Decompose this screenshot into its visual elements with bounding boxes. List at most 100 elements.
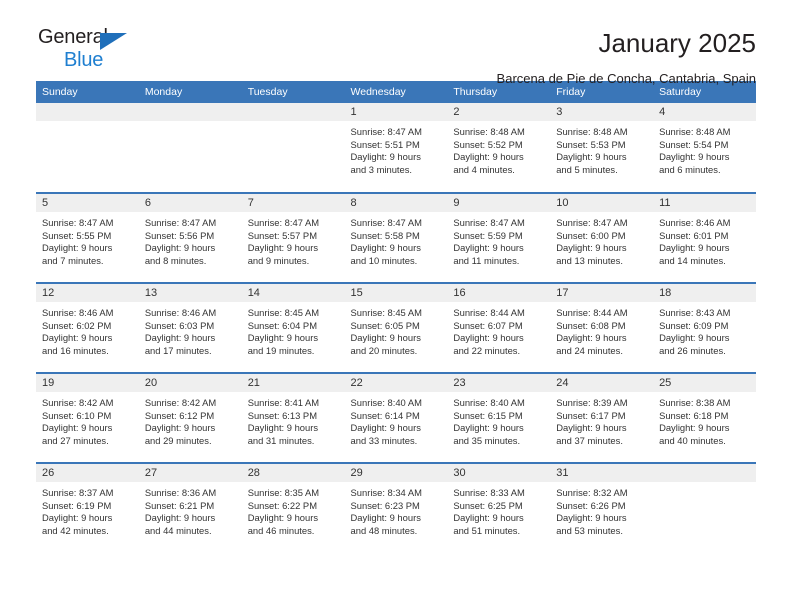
- calendar-day-cell[interactable]: 27 Sunrise: 8:36 AM Sunset: 6:21 PM Dayligh…: [138, 462, 242, 553]
- sunset-text: Sunset: 5:53 PM: [556, 138, 626, 150]
- generalblue-logo[interactable]: General Blue: [36, 26, 156, 78]
- calendar-day-cell[interactable]: 13 Sunrise: 8:46 AM Sunset: 6:03 PM Dayligh…: [138, 282, 242, 373]
- daylight-text-line2: and 51 minutes.: [453, 524, 521, 536]
- day-info: Sunrise: 8:40 AM Sunset: 6:15 PM Daylight:…: [447, 392, 550, 447]
- daylight-text-line2: and 46 minutes.: [247, 524, 315, 536]
- daylight-text-line1: Daylight: 9 hours: [659, 332, 730, 344]
- sunset-text: Sunset: 5:58 PM: [350, 229, 420, 241]
- day-number: 9: [447, 194, 551, 212]
- calendar-week-row: 19 Sunrise: 8:42 AM Sunset: 6:10 PM Dayligh…: [36, 372, 756, 463]
- day-number: 6: [138, 194, 242, 212]
- daylight-text-line2: and 27 minutes.: [42, 434, 109, 446]
- calendar-day-cell[interactable]: 9 Sunrise: 8:47 AM Sunset: 5:59 PM Daylight…: [447, 192, 551, 283]
- sunrise-text: Sunrise: 8:37 AM: [42, 487, 114, 498]
- calendar-day-cell[interactable]: 15 Sunrise: 8:45 AM Sunset: 6:05 PM Dayligh…: [344, 282, 448, 373]
- calendar-day-cell[interactable]: 6 Sunrise: 8:47 AM Sunset: 5:56 PM Daylight…: [138, 192, 242, 283]
- sunrise-text: Sunrise: 8:38 AM: [659, 397, 731, 408]
- calendar-day-cell[interactable]: 17 Sunrise: 8:44 AM Sunset: 6:08 PM Dayligh…: [550, 282, 654, 373]
- sunrise-text: Sunrise: 8:40 AM: [350, 397, 422, 408]
- daylight-text-line1: Daylight: 9 hours: [659, 422, 730, 434]
- sunset-text: Sunset: 6:15 PM: [453, 409, 523, 421]
- calendar-day-cell[interactable]: 25 Sunrise: 8:38 AM Sunset: 6:18 PM Dayligh…: [653, 372, 756, 463]
- calendar-day-cell[interactable]: 28 Sunrise: 8:35 AM Sunset: 6:22 PM Dayligh…: [241, 462, 345, 553]
- daylight-text-line1: Daylight: 9 hours: [350, 512, 421, 524]
- calendar-day-cell[interactable]: 16 Sunrise: 8:44 AM Sunset: 6:07 PM Dayligh…: [447, 282, 551, 373]
- daylight-text-line1: Daylight: 9 hours: [350, 242, 421, 254]
- calendar-day-cell[interactable]: 1 Sunrise: 8:47 AM Sunset: 5:51 PM Daylight…: [344, 103, 448, 193]
- daylight-text-line1: Daylight: 9 hours: [144, 332, 216, 344]
- calendar-day-cell[interactable]: 20 Sunrise: 8:42 AM Sunset: 6:12 PM Dayligh…: [138, 372, 242, 463]
- day-info: Sunrise: 8:47 AM Sunset: 5:59 PM Daylight:…: [447, 212, 550, 267]
- sunrise-text: Sunrise: 8:36 AM: [144, 487, 217, 498]
- day-info: Sunrise: 8:34 AM Sunset: 6:23 PM Daylight:…: [345, 482, 448, 537]
- calendar-day-cell[interactable]: 18 Sunrise: 8:43 AM Sunset: 6:09 PM Dayligh…: [653, 282, 756, 373]
- day-number: 30: [447, 464, 551, 482]
- calendar-day-cell[interactable]: 11 Sunrise: 8:46 AM Sunset: 6:01 PM Dayligh…: [653, 192, 756, 283]
- daylight-text-line2: and 4 minutes.: [453, 163, 515, 175]
- sunrise-text: Sunrise: 8:48 AM: [659, 126, 731, 137]
- day-number: 20: [138, 374, 242, 392]
- calendar-day-cell[interactable]: 23 Sunrise: 8:40 AM Sunset: 6:15 PM Dayligh…: [447, 372, 551, 463]
- calendar-day-cell[interactable]: 14 Sunrise: 8:45 AM Sunset: 6:04 PM Dayligh…: [241, 282, 345, 373]
- calendar-day-cell[interactable]: 4 Sunrise: 8:48 AM Sunset: 5:54 PM Daylight…: [653, 103, 756, 193]
- sunset-text: Sunset: 6:07 PM: [453, 319, 523, 331]
- calendar-page: General Blue January 2025 Barcena de Pie…: [0, 0, 792, 612]
- calendar-day-cell[interactable]: 21 Sunrise: 8:41 AM Sunset: 6:13 PM Dayligh…: [241, 372, 345, 463]
- day-info: Sunrise: 8:42 AM Sunset: 6:10 PM Daylight:…: [36, 392, 139, 447]
- sunset-text: Sunset: 6:02 PM: [42, 319, 112, 331]
- day-number: 8: [344, 194, 448, 212]
- calendar-day-cell[interactable]: 10 Sunrise: 8:47 AM Sunset: 6:00 PM Dayligh…: [550, 192, 654, 283]
- daylight-text-line1: Daylight: 9 hours: [556, 242, 627, 254]
- daylight-text-line2: and 22 minutes.: [453, 344, 521, 356]
- calendar-table: Sunday Monday Tuesday Wednesday Thursday…: [36, 81, 756, 553]
- sunrise-text: Sunrise: 8:42 AM: [42, 397, 114, 408]
- calendar-day-cell[interactable]: 3 Sunrise: 8:48 AM Sunset: 5:53 PM Daylight…: [550, 103, 654, 193]
- sunrise-text: Sunrise: 8:48 AM: [453, 126, 525, 137]
- calendar-day-cell[interactable]: 8 Sunrise: 8:47 AM Sunset: 5:58 PM Daylight…: [344, 192, 448, 283]
- sunrise-text: Sunrise: 8:47 AM: [556, 217, 628, 228]
- calendar-day-cell[interactable]: 19 Sunrise: 8:42 AM Sunset: 6:10 PM Dayligh…: [36, 372, 139, 463]
- calendar-day-cell[interactable]: 31 Sunrise: 8:32 AM Sunset: 6:26 PM Dayligh…: [550, 462, 654, 553]
- calendar-day-cell[interactable]: 2 Sunrise: 8:48 AM Sunset: 5:52 PM Daylight…: [447, 103, 551, 193]
- day-info: Sunrise: 8:47 AM Sunset: 6:00 PM Daylight:…: [550, 212, 653, 267]
- daylight-text-line2: and 17 minutes.: [144, 344, 212, 356]
- day-number: 26: [36, 464, 139, 482]
- daylight-text-line2: and 16 minutes.: [42, 344, 109, 356]
- calendar-week-row: 26 Sunrise: 8:37 AM Sunset: 6:19 PM Dayligh…: [36, 462, 756, 553]
- day-number: 29: [344, 464, 448, 482]
- calendar-day-cell[interactable]: 30 Sunrise: 8:33 AM Sunset: 6:25 PM Dayligh…: [447, 462, 551, 553]
- day-number: 11: [653, 194, 756, 212]
- sunset-text: Sunset: 6:04 PM: [247, 319, 317, 331]
- daylight-text-line1: Daylight: 9 hours: [247, 242, 319, 254]
- calendar-day-cell[interactable]: 7 Sunrise: 8:47 AM Sunset: 5:57 PM Daylight…: [241, 192, 345, 283]
- calendar-day-cell[interactable]: 22 Sunrise: 8:40 AM Sunset: 6:14 PM Dayligh…: [344, 372, 448, 463]
- day-number: 13: [138, 284, 242, 302]
- calendar-day-cell[interactable]: 5 Sunrise: 8:47 AM Sunset: 5:55 PM Daylight…: [36, 192, 139, 283]
- daylight-text-line2: and 35 minutes.: [453, 434, 521, 446]
- daylight-text-line1: Daylight: 9 hours: [453, 512, 524, 524]
- day-number: 5: [36, 194, 139, 212]
- day-number: 31: [550, 464, 654, 482]
- day-info: Sunrise: 8:46 AM Sunset: 6:01 PM Daylight:…: [653, 212, 756, 267]
- day-info: Sunrise: 8:47 AM Sunset: 5:55 PM Daylight:…: [36, 212, 139, 267]
- daylight-text-line1: Daylight: 9 hours: [659, 151, 730, 163]
- daylight-text-line1: Daylight: 9 hours: [42, 512, 113, 524]
- weekday-header-monday: Monday: [138, 81, 242, 103]
- calendar-week-row: 5 Sunrise: 8:47 AM Sunset: 5:55 PM Daylight…: [36, 192, 756, 283]
- sunset-text: Sunset: 6:18 PM: [659, 409, 729, 421]
- day-number: 28: [241, 464, 345, 482]
- daylight-text-line1: Daylight: 9 hours: [42, 242, 113, 254]
- sunrise-text: Sunrise: 8:40 AM: [453, 397, 525, 408]
- sunset-text: Sunset: 6:19 PM: [42, 499, 112, 511]
- calendar-empty-cell: [138, 103, 242, 193]
- daylight-text-line2: and 10 minutes.: [350, 254, 418, 266]
- calendar-empty-cell: [36, 103, 139, 193]
- day-info: Sunrise: 8:48 AM Sunset: 5:53 PM Daylight:…: [550, 121, 653, 176]
- calendar-day-cell[interactable]: 26 Sunrise: 8:37 AM Sunset: 6:19 PM Dayligh…: [36, 462, 139, 553]
- calendar-day-cell[interactable]: 29 Sunrise: 8:34 AM Sunset: 6:23 PM Dayligh…: [344, 462, 448, 553]
- daylight-text-line1: Daylight: 9 hours: [556, 422, 627, 434]
- calendar-day-cell[interactable]: 24 Sunrise: 8:39 AM Sunset: 6:17 PM Dayligh…: [550, 372, 654, 463]
- calendar-day-cell[interactable]: 12 Sunrise: 8:46 AM Sunset: 6:02 PM Dayligh…: [36, 282, 139, 373]
- sunset-text: Sunset: 6:14 PM: [350, 409, 420, 421]
- day-number: 25: [653, 374, 756, 392]
